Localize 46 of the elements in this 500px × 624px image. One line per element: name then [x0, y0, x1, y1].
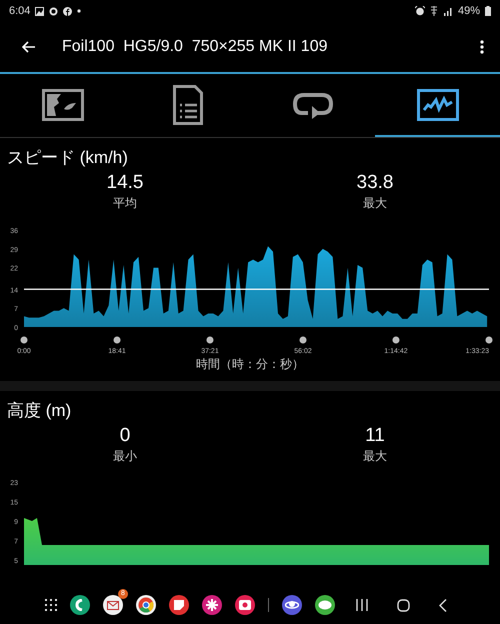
phone-app-icon[interactable]	[70, 595, 90, 615]
map-icon	[42, 88, 84, 120]
stat-value: 0	[120, 425, 130, 447]
stat-label: 平均	[113, 195, 137, 212]
browser-app-icon[interactable]	[136, 595, 156, 615]
dot-icon	[77, 9, 82, 13]
x-tick-dot	[114, 336, 121, 344]
x-tick-dot	[486, 336, 492, 344]
chat-app-icon[interactable]	[315, 595, 335, 615]
facebook-icon	[63, 6, 72, 16]
battery-percent: 49%	[458, 5, 480, 17]
wifi-calling-icon	[430, 6, 438, 16]
flower-app-icon[interactable]	[202, 595, 222, 615]
x-tick-dot	[206, 336, 214, 344]
document-list-icon	[172, 84, 202, 124]
ride-title: Foil100 HG5/9.0 750×255 MK II 109	[62, 38, 328, 56]
section-title: スピード (km/h)	[6, 147, 129, 169]
alarm-icon	[414, 6, 425, 16]
stat-label: 最大	[363, 195, 387, 212]
stat-value: 11	[365, 425, 385, 447]
x-tick-dot	[20, 336, 28, 344]
mail-app-icon[interactable]	[103, 595, 123, 615]
back-icon	[439, 598, 447, 612]
back-arrow-icon	[22, 41, 36, 53]
chart-icon	[416, 88, 458, 120]
x-tick-dot	[392, 336, 400, 344]
recent-apps-icon	[356, 599, 368, 611]
more-icon	[480, 40, 484, 54]
app-grid-icon[interactable]	[45, 599, 57, 611]
home-icon	[397, 598, 410, 612]
loop-arrow-icon	[292, 90, 334, 118]
stat-value: 14.5	[106, 172, 144, 194]
battery-icon	[485, 6, 491, 16]
camera-app-icon[interactable]	[235, 595, 255, 615]
stat-value: 33.8	[356, 172, 394, 194]
image-icon	[35, 6, 44, 16]
clock: 6:04	[9, 5, 30, 17]
stat-label: 最大	[363, 448, 387, 465]
section-title: 高度 (m)	[6, 400, 72, 422]
app-icon	[49, 6, 58, 16]
x-axis-title: 時間（時：分：秒）	[196, 357, 304, 371]
stat-label: 最小	[113, 448, 137, 465]
x-tick-dot	[300, 336, 307, 344]
internet-app-icon[interactable]	[282, 595, 302, 615]
signal-icon	[442, 6, 453, 16]
notes-app-icon[interactable]	[169, 595, 189, 615]
